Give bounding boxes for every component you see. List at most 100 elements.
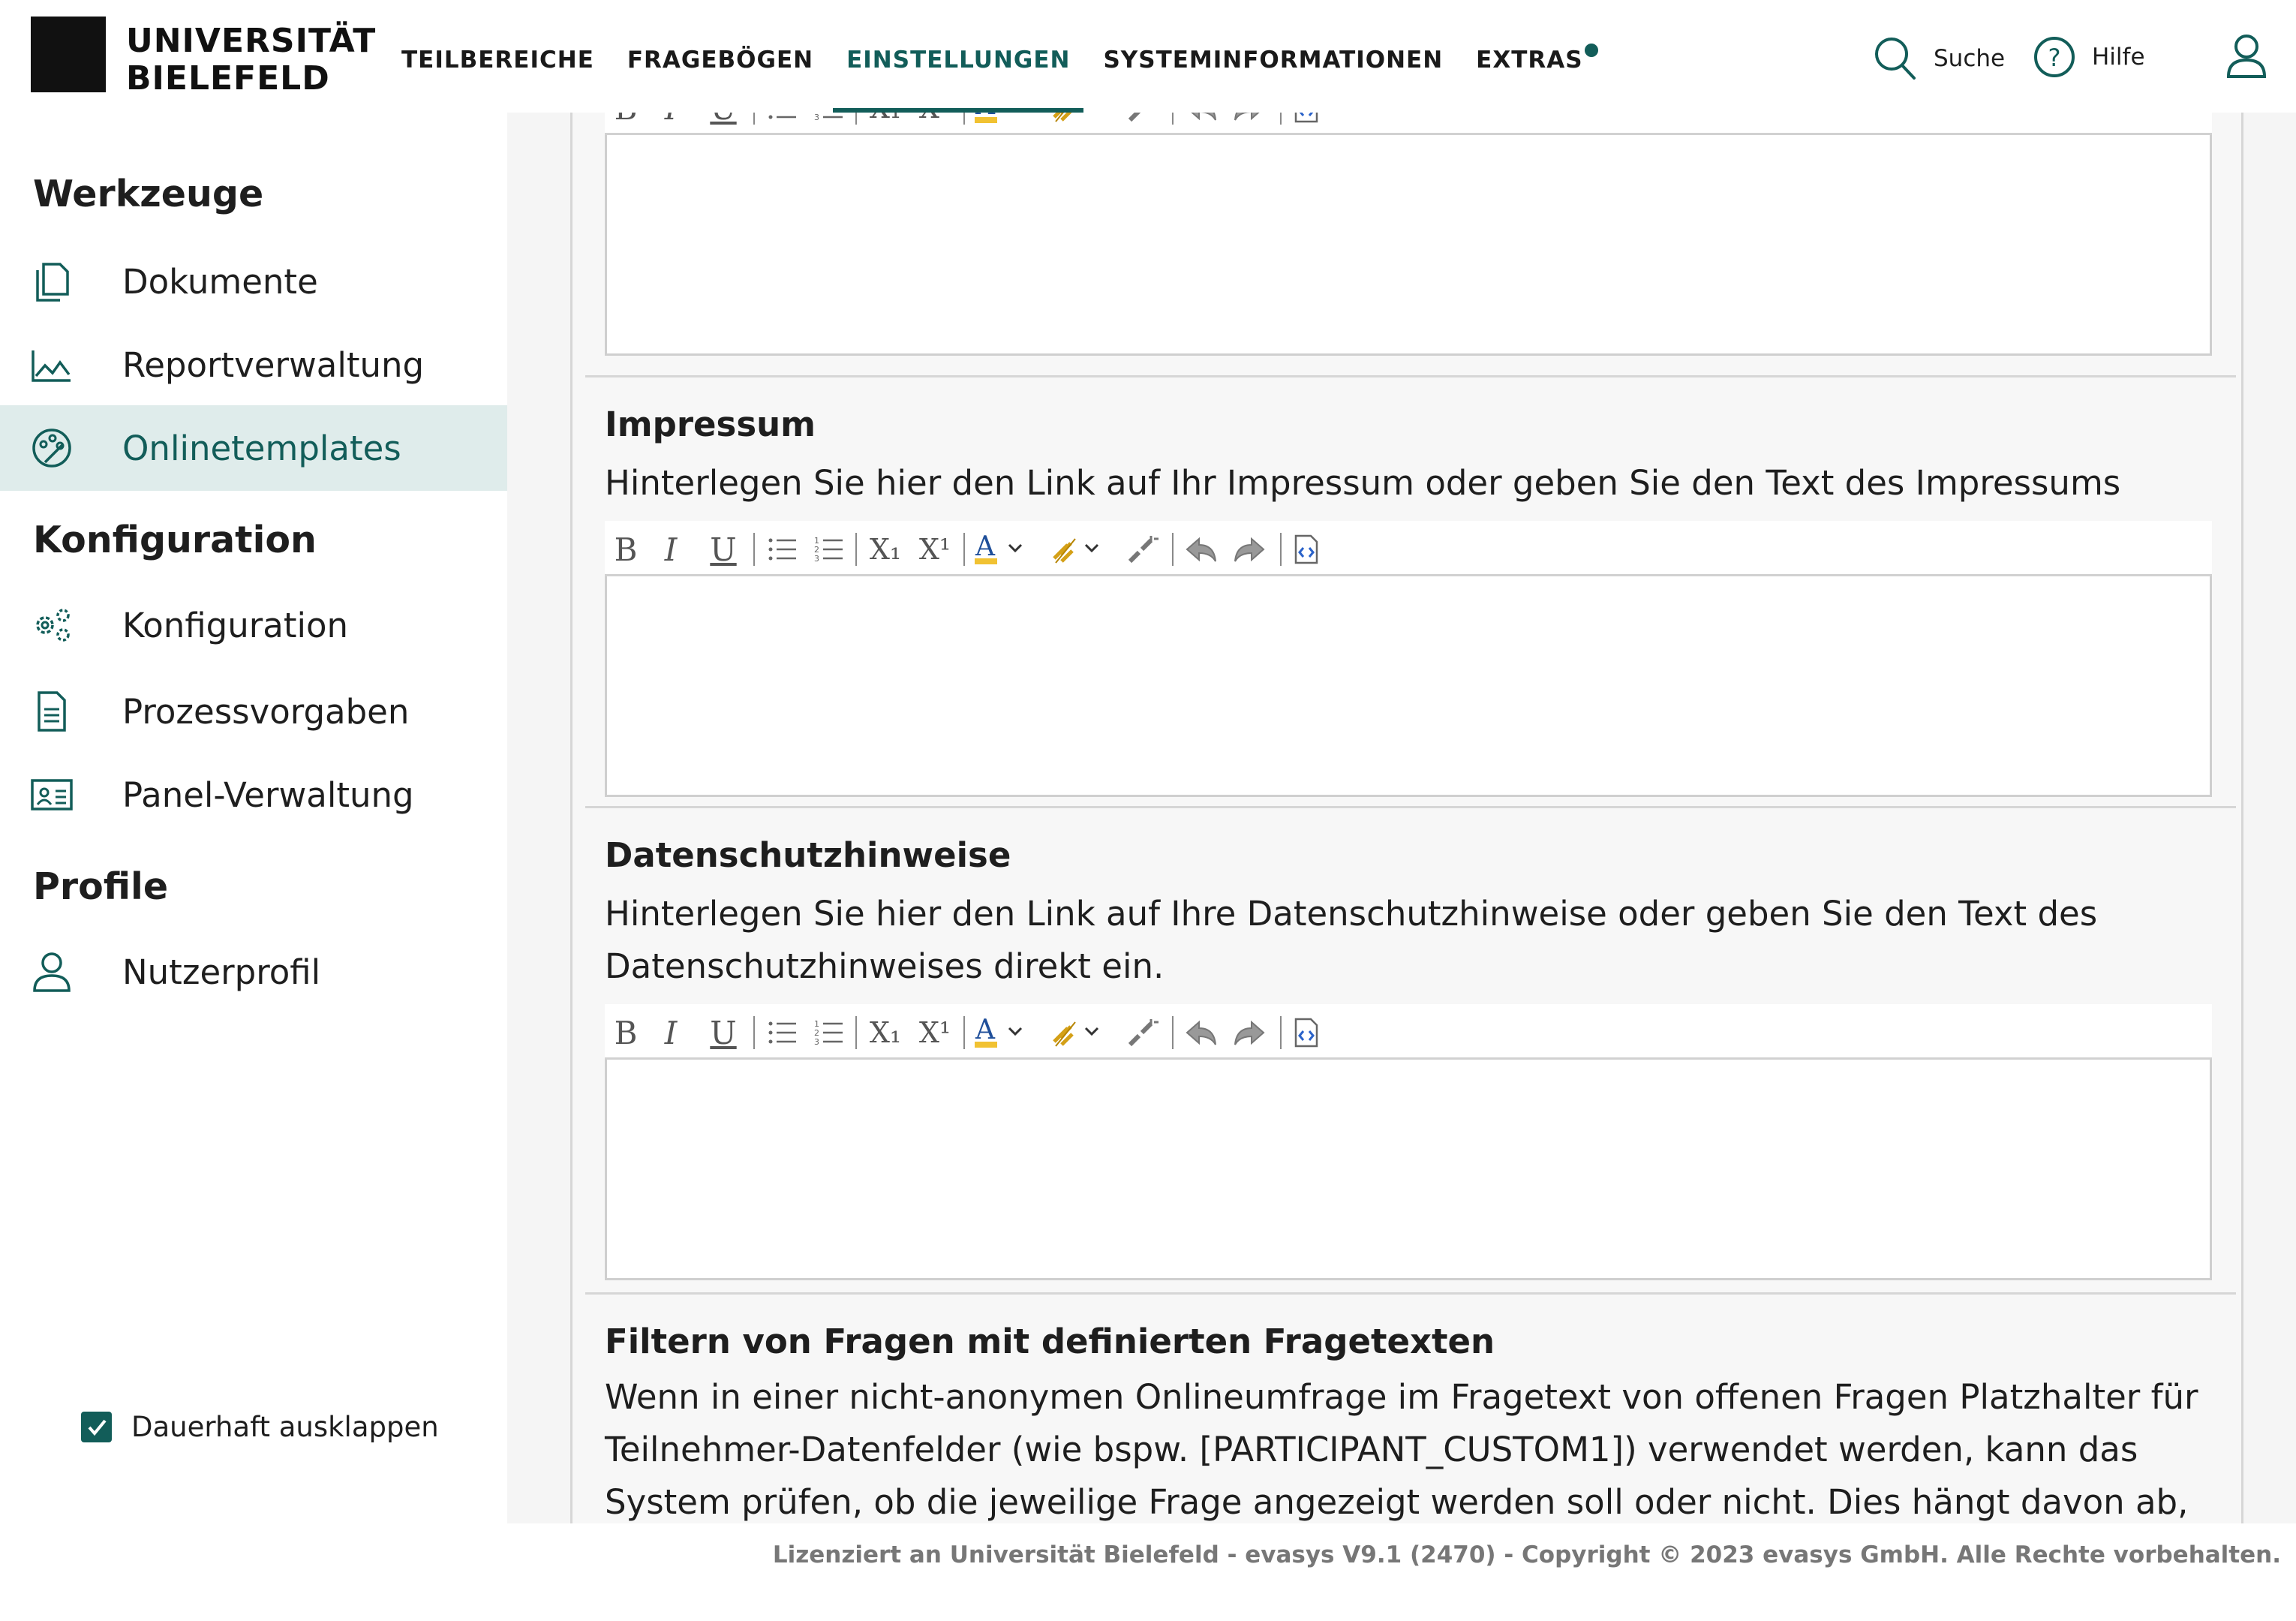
undo-icon xyxy=(1186,1020,1216,1045)
sidebar-heading-werkzeuge: Werkzeuge xyxy=(33,173,264,215)
sidebar-item-panel-verwaltung[interactable]: Panel-Verwaltung xyxy=(0,752,507,838)
text-color-button[interactable]: A xyxy=(971,113,1035,126)
editor-content-area[interactable] xyxy=(605,135,2212,356)
nav-frageboegen[interactable]: FRAGEBÖGEN xyxy=(627,47,813,113)
file-text-icon xyxy=(38,691,66,732)
editor-content-area[interactable] xyxy=(605,1060,2212,1280)
redo-button[interactable] xyxy=(1228,1015,1273,1051)
sidebar-item-konfiguration[interactable]: Konfiguration xyxy=(0,582,507,668)
search-button[interactable]: Suche xyxy=(1874,36,2005,81)
superscript-button[interactable]: X¹ xyxy=(912,113,957,126)
numbered-list-button[interactable]: 123 xyxy=(809,531,849,567)
redo-button[interactable] xyxy=(1228,531,1273,567)
unlink-button[interactable] xyxy=(1121,113,1166,126)
source-code-button[interactable] xyxy=(1286,113,1327,126)
italic-button[interactable]: I xyxy=(654,531,687,568)
svg-text:A: A xyxy=(975,1016,996,1045)
logo-wordmark[interactable]: UNIVERSITÄT BIELEFELD xyxy=(126,23,375,98)
main-nav: TEILBEREICHE FRAGEBÖGEN EINSTELLUNGEN SY… xyxy=(401,44,1598,113)
undo-button[interactable] xyxy=(1178,113,1223,126)
user-icon xyxy=(33,952,71,992)
palette-icon xyxy=(32,429,71,468)
bold-button[interactable]: B xyxy=(609,113,642,127)
nav-extras[interactable]: EXTRAS xyxy=(1476,44,1598,113)
sidebar-item-onlinetemplates[interactable]: Onlinetemplates xyxy=(0,405,507,491)
nav-einstellungen[interactable]: EINSTELLUNGEN xyxy=(833,47,1084,113)
italic-button[interactable]: I xyxy=(654,1015,687,1051)
sidebar-item-nutzerprofil[interactable]: Nutzerprofil xyxy=(0,929,507,1015)
unlink-button[interactable] xyxy=(1121,531,1166,567)
undo-button[interactable] xyxy=(1178,1015,1223,1051)
bullet-list-button[interactable] xyxy=(762,531,803,567)
superscript-button[interactable]: X¹ xyxy=(912,531,957,567)
unlink-icon xyxy=(1128,1019,1159,1047)
source-code-button[interactable] xyxy=(1286,1015,1327,1051)
toolbar-separator xyxy=(753,113,755,125)
highlight-link-button[interactable] xyxy=(1047,1015,1112,1051)
search-label: Suche xyxy=(1934,45,2006,72)
toolbar-separator xyxy=(1172,113,1174,125)
editor-content-area[interactable] xyxy=(605,576,2212,797)
rich-text-editor-previous: B I U 123 X₁ X¹ A xyxy=(605,113,2212,356)
checkmark-icon xyxy=(87,1419,107,1436)
bold-button[interactable]: B xyxy=(609,531,642,568)
sidebar-item-reportverwaltung[interactable]: Reportverwaltung xyxy=(0,322,507,408)
redo-icon xyxy=(1234,537,1265,562)
highlight-link-button[interactable] xyxy=(1047,531,1112,567)
logo-mark[interactable] xyxy=(31,17,106,92)
underline-button[interactable]: U xyxy=(707,531,740,568)
text-color-button[interactable]: A xyxy=(971,531,1035,567)
subscript-button[interactable]: X₁ xyxy=(863,531,908,567)
help-button[interactable]: ? Hilfe xyxy=(2033,36,2145,78)
top-header: UNIVERSITÄT BIELEFELD TEILBEREICHE FRAGE… xyxy=(0,0,2296,113)
undo-button[interactable] xyxy=(1178,531,1223,567)
svg-text:3: 3 xyxy=(814,113,819,122)
numbered-list-button[interactable]: 123 xyxy=(809,113,849,126)
bullet-list-icon xyxy=(768,115,796,119)
rich-text-editor-datenschutz: B I U 123 X₁ X¹ A xyxy=(605,1004,2212,1280)
toolbar-separator xyxy=(1280,113,1282,125)
bullet-list-button[interactable] xyxy=(762,113,803,126)
sidebar-item-prozessvorgaben[interactable]: Prozessvorgaben xyxy=(0,669,507,754)
user-icon xyxy=(2226,35,2267,78)
bold-button[interactable]: B xyxy=(609,1015,642,1051)
sidebar-item-dokumente[interactable]: Dokumente xyxy=(0,239,507,324)
toolbar-separator xyxy=(1172,533,1174,566)
help-icon: ? xyxy=(2034,37,2075,77)
numbered-list-button[interactable]: 123 xyxy=(809,1015,849,1051)
logo-line2: BIELEFELD xyxy=(126,59,330,98)
section-impressum: Impressum Hinterlegen Sie hier den Link … xyxy=(585,375,2236,555)
toolbar-separator xyxy=(1280,1016,1282,1049)
nav-systeminformationen[interactable]: SYSTEMINFORMATIONEN xyxy=(1103,47,1443,113)
underline-button[interactable]: U xyxy=(707,1015,740,1051)
user-menu-button[interactable] xyxy=(2225,33,2268,80)
section-datenschutzhinweise: Datenschutzhinweise Hinterlegen Sie hier… xyxy=(585,806,2236,986)
bullet-list-button[interactable] xyxy=(762,1015,803,1051)
sidebar-heading-konfiguration: Konfiguration xyxy=(33,519,317,561)
highlight-link-button[interactable] xyxy=(1047,113,1112,126)
undo-icon xyxy=(1191,113,1216,121)
text-color-button[interactable]: A xyxy=(971,1015,1035,1051)
superscript-button[interactable]: X¹ xyxy=(912,1015,957,1051)
sidebar: Werkzeuge Dokumente Reportverwaltung Onl… xyxy=(0,113,507,1523)
source-code-icon xyxy=(1294,113,1318,123)
sidebar-item-label: Prozessvorgaben xyxy=(122,691,410,732)
unlink-button[interactable] xyxy=(1121,1015,1166,1051)
section-title: Filtern von Fragen mit definierten Frage… xyxy=(605,1322,1495,1361)
subscript-button[interactable]: X₁ xyxy=(863,1015,908,1051)
editor-toolbar: B I U 123 X₁ X¹ A xyxy=(605,1004,2212,1060)
underline-button[interactable]: U xyxy=(707,113,740,127)
redo-icon xyxy=(1234,113,1260,121)
redo-button[interactable] xyxy=(1228,113,1273,126)
redo-icon xyxy=(1234,1020,1265,1045)
nav-teilbereiche[interactable]: TEILBEREICHE xyxy=(401,47,594,113)
subscript-button[interactable]: X₁ xyxy=(863,113,908,126)
text-color-icon: A xyxy=(975,1016,1023,1048)
toolbar-separator xyxy=(855,113,857,125)
source-code-button[interactable] xyxy=(1286,531,1327,567)
italic-button[interactable]: I xyxy=(654,113,687,127)
checkbox-box[interactable] xyxy=(81,1412,112,1442)
gears-icon xyxy=(36,609,70,642)
numbered-list-icon: 123 xyxy=(814,536,843,563)
persist-expand-checkbox[interactable]: Dauerhaft ausklappen xyxy=(81,1411,439,1443)
